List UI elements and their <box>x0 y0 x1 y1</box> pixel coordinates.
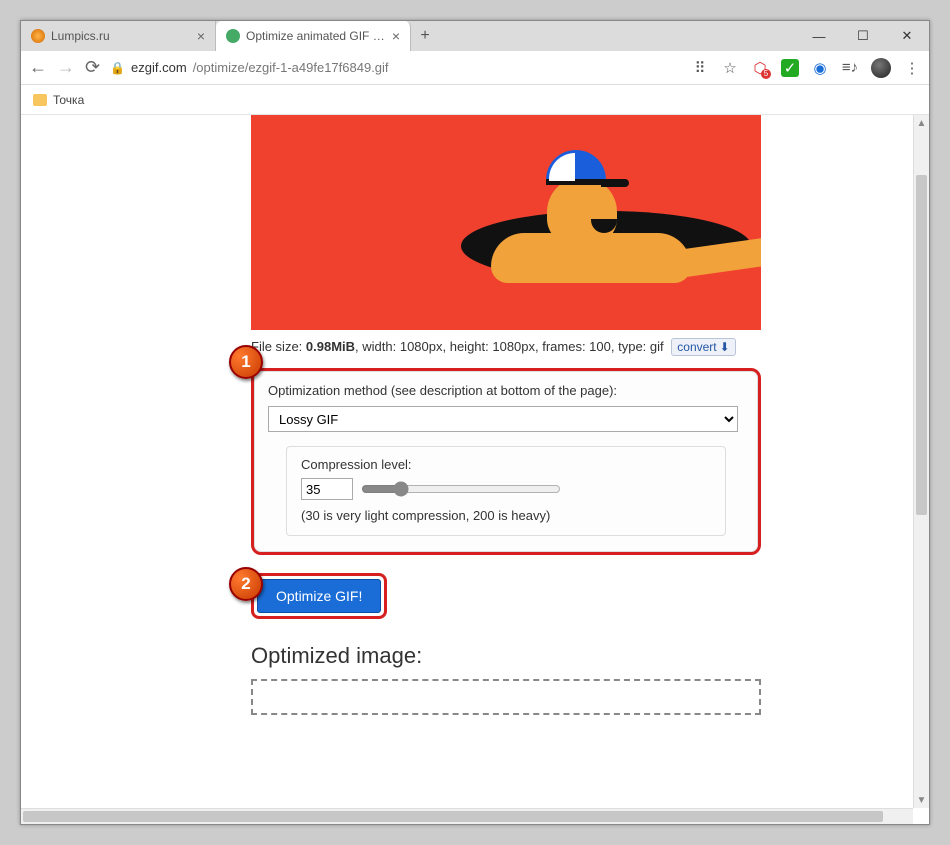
tab-lumpics[interactable]: Lumpics.ru × <box>21 21 216 51</box>
compression-level-slider[interactable] <box>361 481 561 497</box>
new-tab-button[interactable]: + <box>411 21 439 51</box>
titlebar: Lumpics.ru × Optimize animated GIF - gif… <box>21 21 929 51</box>
url-host: ezgif.com <box>131 60 187 75</box>
download-icon: ⬇ <box>720 340 730 354</box>
reload-button[interactable]: ⟳ <box>85 57 100 78</box>
back-button[interactable]: ← <box>29 57 47 78</box>
favicon-lumpics <box>31 29 45 43</box>
compression-level-input[interactable] <box>301 478 353 500</box>
folder-icon <box>33 94 47 106</box>
browser-toolbar: ← → ⟳ 🔒 ezgif.com/optimize/ezgif-1-a49fe… <box>21 51 929 85</box>
window-controls: — ☐ ✕ <box>797 21 929 51</box>
annotation-marker-1: 1 <box>229 345 263 379</box>
convert-button[interactable]: convert ⬇ <box>671 338 735 356</box>
scroll-thumb[interactable] <box>23 811 883 822</box>
scroll-down-arrow-icon[interactable]: ▼ <box>914 792 929 808</box>
tab-title: Lumpics.ru <box>51 29 191 43</box>
tab-title: Optimize animated GIF - gif-ma… <box>246 29 386 43</box>
url-path: /optimize/ezgif-1-a49fe17f6849.gif <box>193 60 389 75</box>
scroll-thumb[interactable] <box>916 175 927 515</box>
extension-shield-icon[interactable]: ⬡5 <box>751 59 769 77</box>
vertical-scrollbar[interactable]: ▲ ▼ <box>913 115 929 808</box>
reading-list-icon[interactable]: ≡♪ <box>841 59 859 77</box>
optimization-method-select[interactable]: Lossy GIF <box>268 406 738 432</box>
file-info-line: File size: 0.98MiB, width: 1080px, heigh… <box>251 338 929 356</box>
gif-preview-image <box>251 115 761 330</box>
minimize-button[interactable]: — <box>797 21 841 51</box>
horizontal-scrollbar[interactable] <box>21 808 913 824</box>
extension-check-icon[interactable]: ✓ <box>781 59 799 77</box>
extension-globe-icon[interactable]: ◉ <box>811 59 829 77</box>
optimized-image-heading: Optimized image: <box>251 643 929 669</box>
optimization-settings-box: Optimization method (see description at … <box>251 368 761 555</box>
menu-icon[interactable]: ⋮ <box>903 59 921 77</box>
compression-settings: Compression level: (30 is very light com… <box>286 446 726 536</box>
compression-note: (30 is very light compression, 200 is he… <box>301 508 550 523</box>
compression-level-label: Compression level: <box>301 457 711 472</box>
page-scroll[interactable]: File size: 0.98MiB, width: 1080px, heigh… <box>21 115 929 824</box>
lock-icon: 🔒 <box>110 61 125 75</box>
toolbar-right: ⠿ ☆ ⬡5 ✓ ◉ ≡♪ ⋮ <box>691 58 921 78</box>
optimized-image-placeholder <box>251 679 761 715</box>
bookmarks-bar: Точка <box>21 85 929 115</box>
optimize-button[interactable]: Optimize GIF! <box>257 579 381 613</box>
annotation-marker-2: 2 <box>229 567 263 601</box>
file-size: 0.98MiB <box>306 339 355 354</box>
badge: 5 <box>761 69 771 79</box>
window-close-button[interactable]: ✕ <box>885 21 929 51</box>
maximize-button[interactable]: ☐ <box>841 21 885 51</box>
file-info-mid: , width: 1080px, height: 1080px, frames:… <box>355 339 664 354</box>
browser-window: Lumpics.ru × Optimize animated GIF - gif… <box>20 20 930 825</box>
scroll-up-arrow-icon[interactable]: ▲ <box>914 115 929 131</box>
optimization-method-label: Optimization method (see description at … <box>268 383 744 398</box>
page-viewport: File size: 0.98MiB, width: 1080px, heigh… <box>21 115 929 824</box>
close-icon[interactable]: × <box>392 28 400 44</box>
close-icon[interactable]: × <box>197 28 205 44</box>
favicon-ezgif <box>226 29 240 43</box>
forward-button[interactable]: → <box>57 57 75 78</box>
bookmark-star-icon[interactable]: ☆ <box>721 59 739 77</box>
address-bar[interactable]: 🔒 ezgif.com/optimize/ezgif-1-a49fe17f684… <box>110 60 673 75</box>
optimize-button-highlight: Optimize GIF! <box>251 573 387 619</box>
tab-ezgif[interactable]: Optimize animated GIF - gif-ma… × <box>216 21 411 51</box>
translate-icon[interactable]: ⠿ <box>691 59 709 77</box>
profile-avatar[interactable] <box>871 58 891 78</box>
bookmark-item[interactable]: Точка <box>53 93 84 107</box>
